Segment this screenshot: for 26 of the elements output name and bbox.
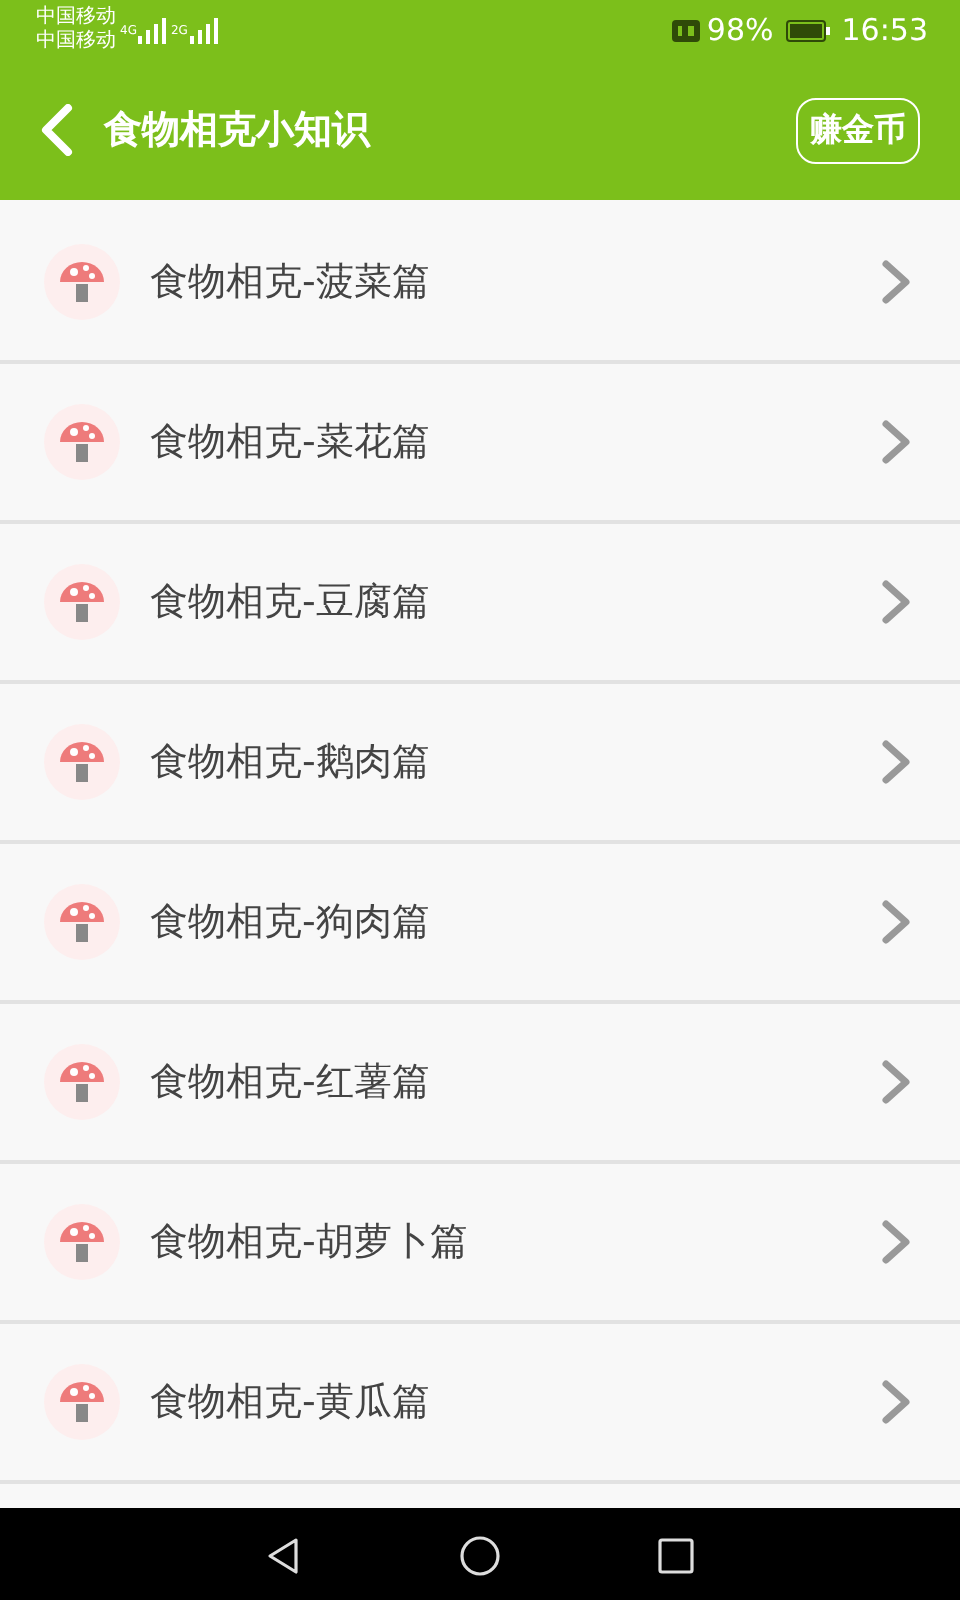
mushroom-icon	[44, 564, 120, 640]
signal-icon	[138, 16, 167, 44]
home-icon[interactable]	[458, 1534, 502, 1578]
chevron-right-icon	[880, 1218, 912, 1266]
chevron-right-icon	[880, 258, 912, 306]
chevron-right-icon	[880, 418, 912, 466]
page-title: 食物相克小知识	[104, 106, 373, 156]
chevron-right-icon	[880, 738, 912, 786]
mushroom-icon	[44, 1364, 120, 1440]
clock: 16:53	[841, 12, 928, 48]
battery-icon	[785, 19, 830, 41]
mushroom-icon	[44, 724, 120, 800]
battery-percent: 98%	[706, 12, 774, 48]
signal-icon	[189, 16, 218, 44]
mushroom-icon	[44, 1044, 120, 1120]
carrier-label: 中国移动	[36, 30, 116, 54]
carrier-label: 中国移动	[36, 6, 116, 29]
chevron-right-icon	[880, 1378, 912, 1426]
mushroom-icon	[44, 244, 120, 320]
recent-apps-icon[interactable]	[654, 1534, 698, 1578]
chevron-right-icon	[880, 898, 912, 946]
mushroom-icon	[44, 404, 120, 480]
chevron-right-icon	[880, 1058, 912, 1106]
mushroom-icon	[44, 884, 120, 960]
mushroom-icon	[44, 1204, 120, 1280]
chevron-right-icon	[880, 578, 912, 626]
